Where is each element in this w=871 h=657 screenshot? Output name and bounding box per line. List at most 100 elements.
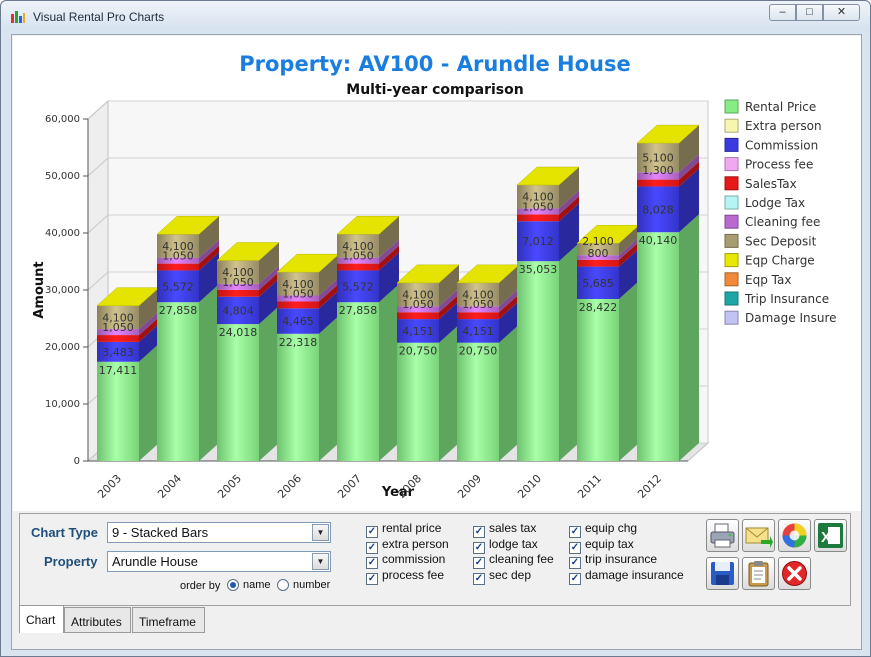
bar-segment-side [439,324,459,461]
checkbox-commission[interactable]: ✓ commission [366,552,445,569]
close-icon [782,561,807,586]
app-window: Visual Rental Pro Charts – □ ✕ Property:… [0,0,871,657]
bar-segment [217,289,259,297]
client-area: Property: AV100 - Arundle House Multi-yea… [11,34,862,650]
legend-swatch [724,291,739,306]
legend-label: Cleaning fee [745,215,820,229]
data-label: 22,318 [279,336,318,349]
legend-swatch [724,310,739,325]
data-label: 5,572 [342,280,374,293]
bar-segment-side [199,284,219,461]
checkbox-damage-insurance[interactable]: ✓ damage insurance [569,568,684,585]
legend-swatch [724,99,739,114]
bar-segment-side [619,280,639,461]
bar-segment [397,312,439,320]
data-label: 7,012 [522,235,554,248]
legend-swatch [724,253,739,268]
data-label: 35,053 [519,263,558,276]
property-value: Arundle House [112,554,198,569]
bar-segment [577,259,619,267]
bar-segment-side [319,315,339,461]
data-label: 4,100 [102,311,134,324]
save-button[interactable] [706,557,739,590]
window-title: Visual Rental Pro Charts [33,10,165,24]
checkbox-process-fee[interactable]: ✓ process fee [366,568,444,585]
legend-swatch [724,233,739,248]
title-bar[interactable]: Visual Rental Pro Charts – □ ✕ [1,1,870,31]
y-tick-label: 60,000 [45,114,80,125]
checkbox-sales-tax[interactable]: ✓ sales tax [473,521,536,538]
x-tick-label: 2004 [155,472,184,501]
chart-type-label: Chart Type [31,525,98,540]
property-select[interactable]: Arundle House ▼ [107,551,331,572]
print-button[interactable] [706,519,739,552]
data-label: 4,100 [342,240,374,253]
chevron-down-icon[interactable]: ▼ [312,553,329,570]
data-label: 3,483 [102,346,134,359]
chart-area: Property: AV100 - Arundle House Multi-yea… [13,36,861,511]
checkbox-trip-insurance[interactable]: ✓ trip insurance [569,552,657,569]
x-tick-label: 2009 [455,472,484,501]
bar-chart-app-icon [11,11,25,23]
tab-attributes[interactable]: Attributes [64,607,131,633]
order-by-number-radio[interactable] [277,579,289,591]
email-icon [745,527,773,548]
checkbox-sec-dep[interactable]: ✓ sec dep [473,568,531,585]
save-icon [711,562,734,585]
data-label: 4,100 [162,240,194,253]
chevron-down-icon[interactable]: ▼ [312,524,329,541]
color-button[interactable] [778,519,811,552]
data-label: 4,465 [282,315,314,328]
chart-title: Property: AV100 - Arundle House [239,52,630,76]
legend-label: Damage Insure [745,311,837,325]
maximize-button[interactable]: □ [796,4,823,21]
svg-text:X: X [821,529,831,546]
chart-type-select[interactable]: 9 - Stacked Bars ▼ [107,522,331,543]
legend-label: Lodge Tax [745,196,805,210]
legend-label: Process fee [745,158,813,172]
checkbox-cleaning-fee[interactable]: ✓ cleaning fee [473,552,554,569]
legend-swatch [724,214,739,229]
data-label: 17,411 [99,364,138,377]
legend-label: Eqp Charge [745,254,815,268]
data-label: 28,422 [579,301,618,314]
legend-label: Extra person [745,119,822,133]
email-button[interactable] [742,519,775,552]
bar-segment [277,301,319,309]
bar-segment [637,232,679,461]
bar-segment [457,312,499,320]
checkbox-equip-chg[interactable]: ✓ equip chg [569,521,637,538]
legend-label: Trip Insurance [744,292,829,306]
order-by-name-radio[interactable] [227,579,239,591]
legend-swatch [724,157,739,172]
checkbox-rental-price[interactable]: ✓ rental price [366,521,441,538]
legend-label: Commission [745,138,818,152]
options-panel: Chart Type 9 - Stacked Bars ▼ Property A… [19,513,851,606]
y-tick-label: 0 [74,456,80,467]
bar-segment-side [559,243,579,461]
data-label: 4,100 [222,266,254,279]
clipboard-button[interactable] [742,557,775,590]
checkmark-icon: ✓ [366,573,378,585]
close-window-button[interactable]: ✕ [823,4,860,21]
x-tick-label: 2012 [635,472,664,501]
export-excel-button[interactable]: X [814,519,847,552]
minimize-button[interactable]: – [769,4,796,21]
data-label: 5,572 [162,280,194,293]
tab-timeframe[interactable]: Timeframe [132,607,205,633]
printer-icon [710,523,735,548]
data-label: 40,140 [639,234,678,247]
legend-label: Sec Deposit [745,234,817,248]
y-tick-label: 40,000 [45,228,80,239]
close-chart-button[interactable] [778,557,811,590]
bar-segment [337,302,379,461]
x-tick-label: 2006 [275,472,304,501]
legend-label: SalesTax [745,177,797,191]
bar-segment [637,179,679,187]
bar-segment-side [379,284,399,461]
tab-chart[interactable]: Chart [19,605,64,633]
y-tick-label: 50,000 [45,171,80,182]
data-label: 4,100 [402,289,434,302]
legend-label: Eqp Tax [745,273,791,287]
legend-swatch [724,272,739,287]
